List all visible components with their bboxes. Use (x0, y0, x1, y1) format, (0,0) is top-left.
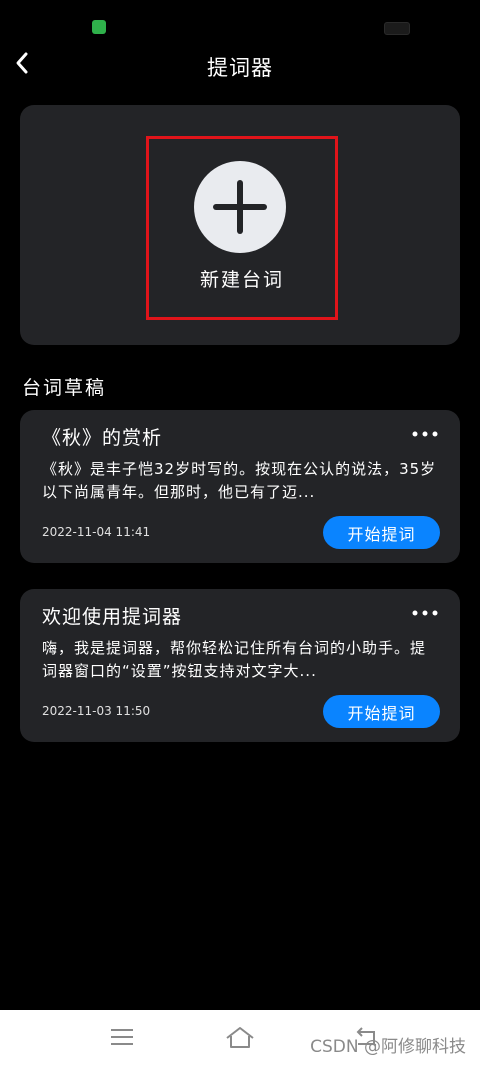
header: 提词器 (0, 40, 480, 86)
draft-title: 欢迎使用提词器 (42, 606, 183, 628)
draft-timestamp: 2022-11-04 11:41 (42, 525, 151, 539)
page-title: 提词器 (207, 56, 273, 80)
draft-title: 《秋》的赏析 (42, 427, 163, 449)
draft-timestamp: 2022-11-03 11:50 (42, 704, 151, 718)
new-script-label: 新建台词 (199, 269, 284, 291)
more-button[interactable] (410, 422, 440, 446)
nav-home-button[interactable] (225, 1024, 255, 1050)
draft-card[interactable]: 欢迎使用提词器 嗨，我是提词器，帮你轻松记住所有台词的小助手。提词器窗口的“设置… (20, 589, 460, 742)
start-prompt-button[interactable]: 开始提词 (323, 695, 440, 728)
more-dots-icon (412, 431, 438, 437)
new-script-card[interactable]: 新建台词 (20, 105, 460, 345)
watermark: CSDN @阿修聊科技 (310, 1037, 466, 1057)
more-dots-icon (412, 610, 438, 616)
section-title: 台词草稿 (22, 377, 107, 399)
draft-card[interactable]: 《秋》的赏析 《秋》是丰子恺32岁时写的。按现在公认的说法，35岁以下尚属青年。… (20, 410, 460, 563)
nav-menu-button[interactable] (107, 1024, 137, 1050)
app-notification-icon (92, 20, 106, 34)
battery-icon (384, 22, 410, 35)
menu-icon (111, 1029, 133, 1045)
draft-excerpt: 嗨，我是提词器，帮你轻松记住所有台词的小助手。提词器窗口的“设置”按钮支持对文字… (42, 639, 427, 680)
more-button[interactable] (410, 601, 440, 625)
draft-excerpt: 《秋》是丰子恺32岁时写的。按现在公认的说法，35岁以下尚属青年。但那时，他已有… (42, 460, 437, 501)
home-icon (226, 1027, 254, 1048)
plus-icon (213, 180, 267, 234)
add-button[interactable] (194, 161, 286, 253)
system-nav-bar: CSDN @阿修聊科技 (0, 1010, 480, 1066)
start-prompt-button[interactable]: 开始提词 (323, 516, 440, 549)
status-bar (0, 0, 480, 44)
